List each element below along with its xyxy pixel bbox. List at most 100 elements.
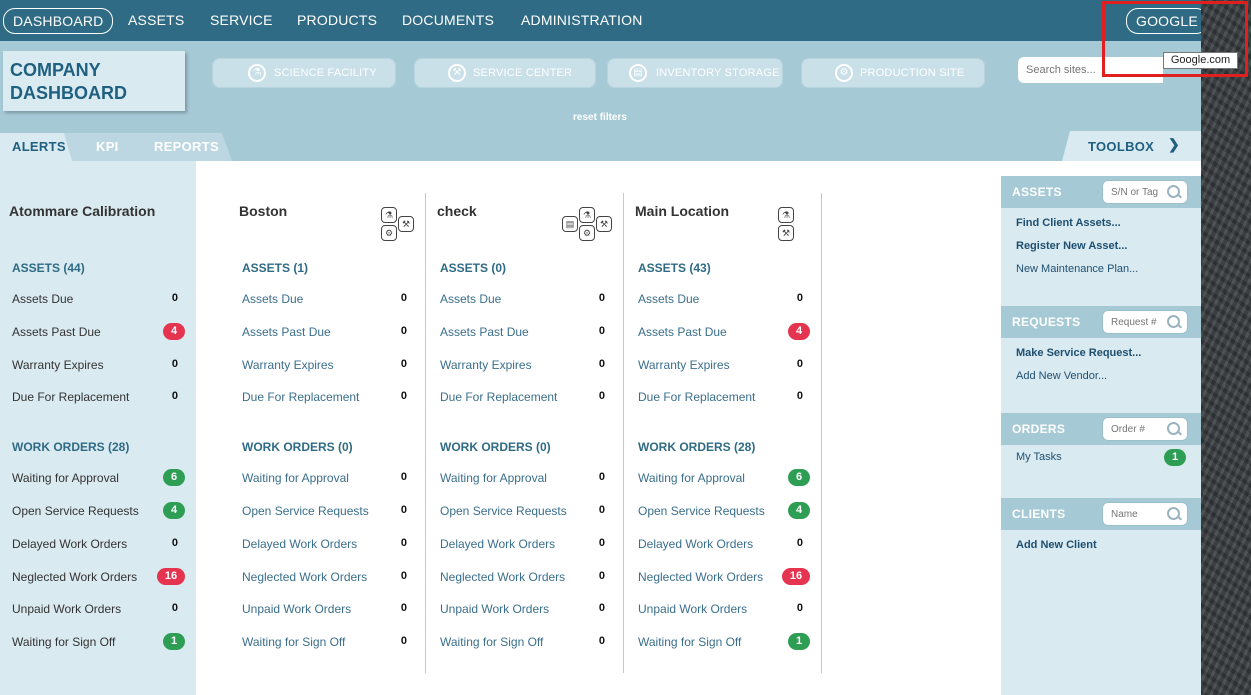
toolbox-link[interactable]: Make Service Request...	[1016, 347, 1141, 359]
alert-row-label[interactable]: Assets Past Due	[242, 325, 331, 339]
alert-row-label[interactable]: Waiting for Sign Off	[440, 635, 543, 649]
tab-alerts[interactable]: ALERTS	[12, 133, 66, 161]
alert-count-value: 0	[796, 292, 803, 304]
alert-count-badge-green[interactable]: 1	[788, 633, 810, 650]
site-button-production-site[interactable]: ⚙ PRODUCTION SITE	[801, 58, 985, 88]
search-icon[interactable]	[1167, 185, 1180, 198]
assets-section-title[interactable]: ASSETS (43)	[638, 261, 711, 275]
alert-row-label[interactable]: Delayed Work Orders	[242, 537, 357, 551]
assets-section-title[interactable]: ASSETS (0)	[440, 261, 506, 275]
assets-section-title[interactable]: ASSETS (44)	[12, 261, 85, 275]
alert-count-badge-green[interactable]: 1	[163, 633, 185, 650]
nav-products[interactable]: PRODUCTS	[297, 8, 377, 32]
reset-filters-link[interactable]: reset filters	[420, 112, 780, 123]
assets-section-title[interactable]: ASSETS (1)	[242, 261, 308, 275]
alert-row-label[interactable]: Waiting for Sign Off	[12, 635, 115, 649]
alert-count-badge-green[interactable]: 4	[788, 502, 810, 519]
site-button-inventory-storage[interactable]: ▤ INVENTORY STORAGE	[607, 58, 783, 88]
toolbox-tab[interactable]: TOOLBOX ❯	[1062, 131, 1201, 161]
column-divider	[425, 193, 426, 673]
alert-row-label[interactable]: Delayed Work Orders	[12, 537, 127, 551]
alert-row-label[interactable]: Open Service Requests	[12, 504, 139, 518]
alert-count-badge-red[interactable]: 16	[782, 568, 810, 585]
alert-row-label[interactable]: Waiting for Approval	[440, 471, 547, 485]
search-icon[interactable]	[1167, 507, 1180, 520]
alert-row-label[interactable]: Waiting for Sign Off	[242, 635, 345, 649]
site-button-service-center[interactable]: ⚒ SERVICE CENTER	[414, 58, 596, 88]
alert-row-label[interactable]: Waiting for Sign Off	[638, 635, 741, 649]
toolbox-link[interactable]: Find Client Assets...	[1016, 217, 1121, 229]
alert-row-label[interactable]: Warranty Expires	[242, 358, 334, 372]
alert-row-label[interactable]: Open Service Requests	[440, 504, 567, 518]
alert-count-value: 0	[598, 292, 605, 304]
toolbox-link[interactable]: Add New Client	[1016, 539, 1097, 551]
alert-row-label[interactable]: Waiting for Approval	[12, 471, 119, 485]
alert-count-value: 0	[171, 602, 178, 614]
alert-row-label[interactable]: Assets Due	[440, 292, 501, 306]
alert-count-badge-red[interactable]: 16	[157, 568, 185, 585]
tab-kpi[interactable]: KPI	[96, 133, 119, 161]
alert-row-label[interactable]: Unpaid Work Orders	[12, 602, 121, 616]
service-center-icon: ⚒	[778, 225, 794, 241]
alert-row-label[interactable]: Due For Replacement	[638, 390, 755, 404]
alert-row-label[interactable]: Unpaid Work Orders	[440, 602, 549, 616]
alert-count-badge-red[interactable]: 4	[163, 323, 185, 340]
alert-row-label[interactable]: Delayed Work Orders	[440, 537, 555, 551]
alert-row-label[interactable]: Due For Replacement	[242, 390, 359, 404]
alert-count-badge-green[interactable]: 6	[788, 469, 810, 486]
alert-count-value: 0	[400, 602, 407, 614]
alert-row-label[interactable]: Assets Past Due	[638, 325, 727, 339]
alert-count-badge-red[interactable]: 4	[788, 323, 810, 340]
my-tasks-count-badge[interactable]: 1	[1164, 449, 1186, 466]
alert-row-label[interactable]: Due For Replacement	[440, 390, 557, 404]
search-icon[interactable]	[1167, 422, 1180, 435]
alert-row-label[interactable]: Assets Past Due	[440, 325, 529, 339]
alert-count-value: 0	[400, 292, 407, 304]
service-center-icon: ⚒	[596, 216, 612, 232]
alert-row-label[interactable]: Open Service Requests	[242, 504, 369, 518]
alert-count-value: 0	[598, 358, 605, 370]
search-icon[interactable]	[1167, 315, 1180, 328]
toolbox-link[interactable]: New Maintenance Plan...	[1016, 263, 1138, 275]
nav-documents[interactable]: DOCUMENTS	[402, 8, 494, 32]
alert-row-label[interactable]: Neglected Work Orders	[12, 570, 137, 584]
alert-row-label[interactable]: Neglected Work Orders	[242, 570, 367, 584]
alert-row-label[interactable]: Open Service Requests	[638, 504, 765, 518]
alert-row-label[interactable]: Warranty Expires	[12, 358, 104, 372]
nav-dashboard[interactable]: DASHBOARD	[3, 8, 114, 34]
alert-count-value: 0	[796, 602, 803, 614]
alert-row-label[interactable]: Assets Past Due	[12, 325, 101, 339]
alert-row-label[interactable]: Waiting for Approval	[638, 471, 745, 485]
alert-row-label[interactable]: Waiting for Approval	[242, 471, 349, 485]
alert-row-label[interactable]: Assets Due	[242, 292, 303, 306]
nav-service[interactable]: SERVICE	[210, 8, 273, 32]
alert-count-badge-green[interactable]: 6	[163, 469, 185, 486]
toolbox-section-header: ASSETS	[1001, 176, 1201, 208]
tab-reports[interactable]: REPORTS	[154, 133, 219, 161]
alert-row-label[interactable]: Assets Due	[12, 292, 73, 306]
nav-administration[interactable]: ADMINISTRATION	[521, 8, 643, 32]
alert-row-label[interactable]: Neglected Work Orders	[440, 570, 565, 584]
work-orders-section-title[interactable]: WORK ORDERS (28)	[12, 440, 129, 454]
alert-count-badge-green[interactable]: 4	[163, 502, 185, 519]
alert-row-label[interactable]: Due For Replacement	[12, 390, 129, 404]
nav-assets[interactable]: ASSETS	[128, 8, 184, 32]
logo-box[interactable]: COMPANY DASHBOARD	[3, 51, 185, 111]
toolbox-link[interactable]: Add New Vendor...	[1016, 370, 1107, 382]
alert-row-label[interactable]: Unpaid Work Orders	[638, 602, 747, 616]
alert-row-label[interactable]: Unpaid Work Orders	[242, 602, 351, 616]
site-button-science-facility[interactable]: ⚗ SCIENCE FACILITY	[212, 58, 396, 88]
science-facility-icon: ⚗	[381, 207, 397, 223]
alert-count-value: 0	[598, 537, 605, 549]
alert-row-label[interactable]: Warranty Expires	[638, 358, 730, 372]
alert-row-label[interactable]: Delayed Work Orders	[638, 537, 753, 551]
toolbox-link[interactable]: Register New Asset...	[1016, 240, 1127, 252]
work-orders-section-title[interactable]: WORK ORDERS (0)	[242, 440, 353, 454]
alert-row-label[interactable]: Warranty Expires	[440, 358, 532, 372]
work-orders-section-title[interactable]: WORK ORDERS (28)	[638, 440, 755, 454]
chevron-right-icon[interactable]: ❯	[1168, 136, 1180, 153]
alert-row-label[interactable]: Assets Due	[638, 292, 699, 306]
toolbox-link[interactable]: My Tasks	[1016, 451, 1062, 463]
alert-row-label[interactable]: Neglected Work Orders	[638, 570, 763, 584]
work-orders-section-title[interactable]: WORK ORDERS (0)	[440, 440, 551, 454]
